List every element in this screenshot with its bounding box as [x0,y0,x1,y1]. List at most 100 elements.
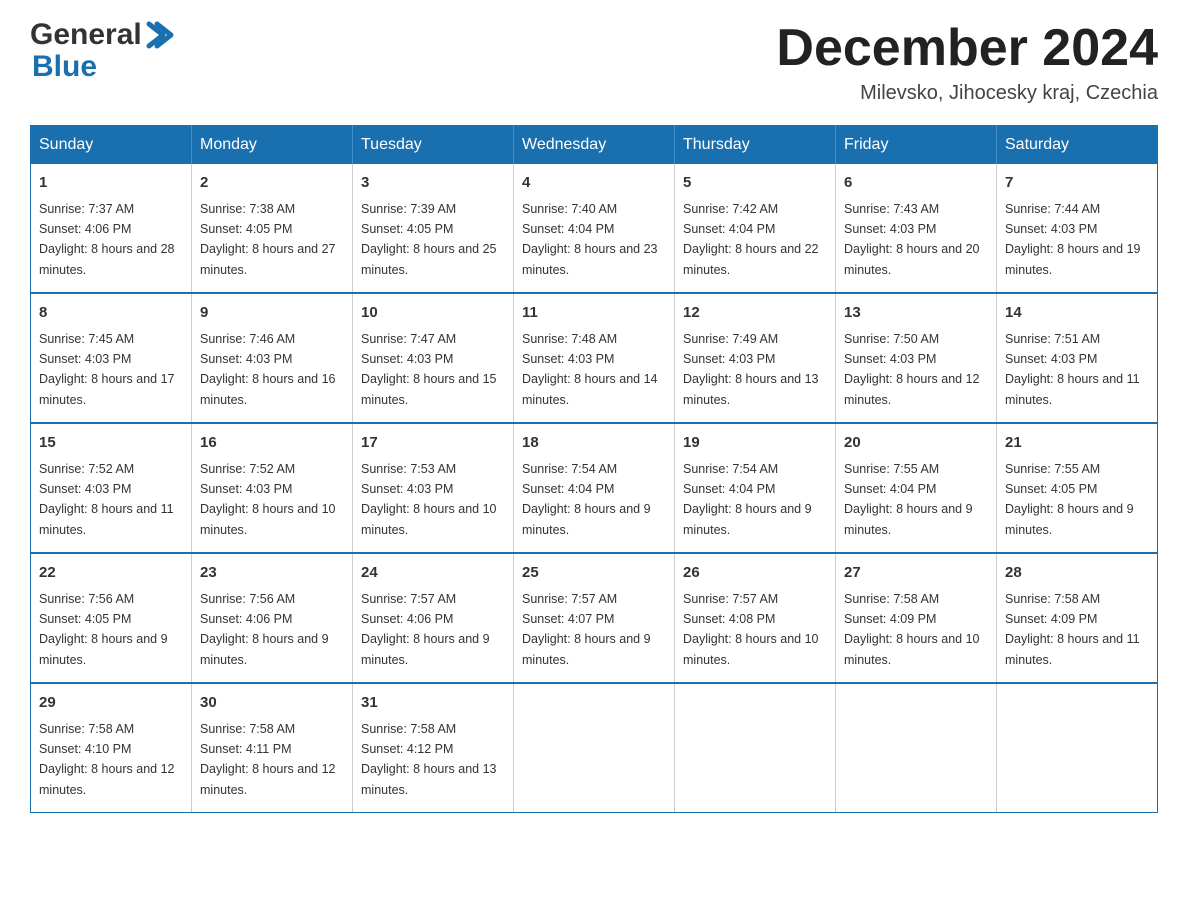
calendar-cell: 20 Sunrise: 7:55 AMSunset: 4:04 PMDaylig… [836,423,997,553]
calendar-cell: 16 Sunrise: 7:52 AMSunset: 4:03 PMDaylig… [192,423,353,553]
day-number: 26 [683,562,827,585]
calendar-cell: 11 Sunrise: 7:48 AMSunset: 4:03 PMDaylig… [514,293,675,423]
calendar-week-row: 15 Sunrise: 7:52 AMSunset: 4:03 PMDaylig… [31,423,1158,553]
calendar-cell: 17 Sunrise: 7:53 AMSunset: 4:03 PMDaylig… [353,423,514,553]
day-info: Sunrise: 7:58 AMSunset: 4:10 PMDaylight:… [39,722,175,797]
col-header-saturday: Saturday [997,126,1158,165]
calendar-cell: 21 Sunrise: 7:55 AMSunset: 4:05 PMDaylig… [997,423,1158,553]
calendar-cell: 24 Sunrise: 7:57 AMSunset: 4:06 PMDaylig… [353,553,514,683]
day-info: Sunrise: 7:39 AMSunset: 4:05 PMDaylight:… [361,202,497,277]
day-number: 5 [683,172,827,195]
day-number: 31 [361,692,505,715]
day-info: Sunrise: 7:53 AMSunset: 4:03 PMDaylight:… [361,462,497,537]
calendar-cell: 23 Sunrise: 7:56 AMSunset: 4:06 PMDaylig… [192,553,353,683]
col-header-thursday: Thursday [675,126,836,165]
calendar-cell: 6 Sunrise: 7:43 AMSunset: 4:03 PMDayligh… [836,164,997,293]
day-number: 15 [39,432,183,455]
day-info: Sunrise: 7:51 AMSunset: 4:03 PMDaylight:… [1005,332,1140,407]
day-number: 7 [1005,172,1149,195]
day-number: 17 [361,432,505,455]
calendar-week-row: 29 Sunrise: 7:58 AMSunset: 4:10 PMDaylig… [31,683,1158,813]
day-info: Sunrise: 7:38 AMSunset: 4:05 PMDaylight:… [200,202,336,277]
col-header-sunday: Sunday [31,126,192,165]
calendar-cell [514,683,675,813]
calendar-week-row: 8 Sunrise: 7:45 AMSunset: 4:03 PMDayligh… [31,293,1158,423]
day-number: 4 [522,172,666,195]
calendar-cell [675,683,836,813]
day-number: 10 [361,302,505,325]
day-info: Sunrise: 7:57 AMSunset: 4:06 PMDaylight:… [361,592,490,667]
day-number: 27 [844,562,988,585]
day-info: Sunrise: 7:58 AMSunset: 4:11 PMDaylight:… [200,722,336,797]
calendar-cell: 22 Sunrise: 7:56 AMSunset: 4:05 PMDaylig… [31,553,192,683]
day-info: Sunrise: 7:58 AMSunset: 4:09 PMDaylight:… [844,592,980,667]
day-info: Sunrise: 7:57 AMSunset: 4:07 PMDaylight:… [522,592,651,667]
calendar-cell: 9 Sunrise: 7:46 AMSunset: 4:03 PMDayligh… [192,293,353,423]
day-info: Sunrise: 7:46 AMSunset: 4:03 PMDaylight:… [200,332,336,407]
day-number: 30 [200,692,344,715]
calendar-cell: 19 Sunrise: 7:54 AMSunset: 4:04 PMDaylig… [675,423,836,553]
logo-text-general: General [30,20,142,50]
calendar-cell: 25 Sunrise: 7:57 AMSunset: 4:07 PMDaylig… [514,553,675,683]
day-info: Sunrise: 7:44 AMSunset: 4:03 PMDaylight:… [1005,202,1141,277]
calendar-header-row: SundayMondayTuesdayWednesdayThursdayFrid… [31,126,1158,165]
day-info: Sunrise: 7:56 AMSunset: 4:05 PMDaylight:… [39,592,168,667]
calendar-cell: 31 Sunrise: 7:58 AMSunset: 4:12 PMDaylig… [353,683,514,813]
col-header-monday: Monday [192,126,353,165]
day-info: Sunrise: 7:58 AMSunset: 4:09 PMDaylight:… [1005,592,1140,667]
calendar-cell: 30 Sunrise: 7:58 AMSunset: 4:11 PMDaylig… [192,683,353,813]
day-info: Sunrise: 7:52 AMSunset: 4:03 PMDaylight:… [200,462,336,537]
day-info: Sunrise: 7:54 AMSunset: 4:04 PMDaylight:… [522,462,651,537]
day-number: 25 [522,562,666,585]
day-info: Sunrise: 7:42 AMSunset: 4:04 PMDaylight:… [683,202,819,277]
calendar-week-row: 1 Sunrise: 7:37 AMSunset: 4:06 PMDayligh… [31,164,1158,293]
day-info: Sunrise: 7:58 AMSunset: 4:12 PMDaylight:… [361,722,497,797]
calendar-cell: 28 Sunrise: 7:58 AMSunset: 4:09 PMDaylig… [997,553,1158,683]
logo-blue-word: Blue [32,50,97,83]
day-info: Sunrise: 7:37 AMSunset: 4:06 PMDaylight:… [39,202,175,277]
calendar-cell: 7 Sunrise: 7:44 AMSunset: 4:03 PMDayligh… [997,164,1158,293]
col-header-tuesday: Tuesday [353,126,514,165]
day-number: 22 [39,562,183,585]
day-number: 18 [522,432,666,455]
calendar-cell: 29 Sunrise: 7:58 AMSunset: 4:10 PMDaylig… [31,683,192,813]
day-info: Sunrise: 7:55 AMSunset: 4:05 PMDaylight:… [1005,462,1134,537]
calendar-cell [836,683,997,813]
day-number: 24 [361,562,505,585]
calendar-cell: 4 Sunrise: 7:40 AMSunset: 4:04 PMDayligh… [514,164,675,293]
col-header-wednesday: Wednesday [514,126,675,165]
calendar-cell: 2 Sunrise: 7:38 AMSunset: 4:05 PMDayligh… [192,164,353,293]
calendar-cell: 5 Sunrise: 7:42 AMSunset: 4:04 PMDayligh… [675,164,836,293]
calendar-week-row: 22 Sunrise: 7:56 AMSunset: 4:05 PMDaylig… [31,553,1158,683]
day-number: 28 [1005,562,1149,585]
calendar-cell: 13 Sunrise: 7:50 AMSunset: 4:03 PMDaylig… [836,293,997,423]
day-info: Sunrise: 7:47 AMSunset: 4:03 PMDaylight:… [361,332,497,407]
day-info: Sunrise: 7:48 AMSunset: 4:03 PMDaylight:… [522,332,658,407]
calendar-cell: 14 Sunrise: 7:51 AMSunset: 4:03 PMDaylig… [997,293,1158,423]
title-section: December 2024 Milevsko, Jihocesky kraj, … [776,20,1158,105]
day-number: 16 [200,432,344,455]
month-title: December 2024 [776,20,1158,77]
day-info: Sunrise: 7:45 AMSunset: 4:03 PMDaylight:… [39,332,175,407]
day-info: Sunrise: 7:43 AMSunset: 4:03 PMDaylight:… [844,202,980,277]
calendar-cell: 8 Sunrise: 7:45 AMSunset: 4:03 PMDayligh… [31,293,192,423]
day-number: 23 [200,562,344,585]
calendar-cell: 3 Sunrise: 7:39 AMSunset: 4:05 PMDayligh… [353,164,514,293]
calendar-cell: 26 Sunrise: 7:57 AMSunset: 4:08 PMDaylig… [675,553,836,683]
day-number: 29 [39,692,183,715]
calendar-cell: 10 Sunrise: 7:47 AMSunset: 4:03 PMDaylig… [353,293,514,423]
day-number: 21 [1005,432,1149,455]
day-info: Sunrise: 7:52 AMSunset: 4:03 PMDaylight:… [39,462,174,537]
day-info: Sunrise: 7:54 AMSunset: 4:04 PMDaylight:… [683,462,812,537]
day-info: Sunrise: 7:40 AMSunset: 4:04 PMDaylight:… [522,202,658,277]
day-number: 11 [522,302,666,325]
day-info: Sunrise: 7:49 AMSunset: 4:03 PMDaylight:… [683,332,819,407]
col-header-friday: Friday [836,126,997,165]
day-number: 19 [683,432,827,455]
calendar-cell: 18 Sunrise: 7:54 AMSunset: 4:04 PMDaylig… [514,423,675,553]
day-info: Sunrise: 7:55 AMSunset: 4:04 PMDaylight:… [844,462,973,537]
page-header: General Blue December 2024 Milevsko, Jih… [30,20,1158,105]
day-number: 1 [39,172,183,195]
location-subtitle: Milevsko, Jihocesky kraj, Czechia [776,82,1158,105]
day-number: 3 [361,172,505,195]
